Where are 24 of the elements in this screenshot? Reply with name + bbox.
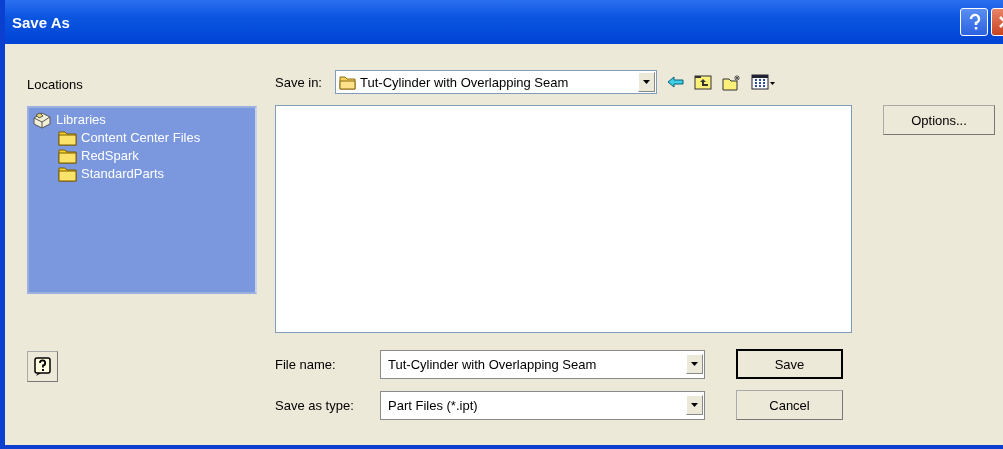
options-button[interactable]: Options... <box>883 105 995 135</box>
folder-icon <box>58 146 77 164</box>
caret-icon <box>690 361 699 367</box>
view-menu-icon[interactable] <box>751 74 776 90</box>
new-folder-icon[interactable] <box>722 73 741 91</box>
save-button[interactable]: Save <box>736 349 843 379</box>
up-folder-icon[interactable] <box>694 74 712 90</box>
folder-icon <box>339 74 356 90</box>
caret-icon <box>642 79 651 85</box>
dropdown-field[interactable]: Tut-Cylinder with Overlapping Seam <box>380 349 705 379</box>
caret-icon <box>690 402 699 408</box>
help-icon <box>32 356 53 377</box>
save-in-dropdown[interactable]: Tut-Cylinder with Overlapping Seam <box>335 70 657 94</box>
field-label: File name: <box>275 356 337 372</box>
locations-label: Locations <box>27 77 84 92</box>
window-title: Save As <box>12 13 71 31</box>
folder-icon <box>58 164 77 182</box>
dropdown-field[interactable]: Part Files (*.ipt) <box>380 390 705 420</box>
back-arrow-icon[interactable] <box>667 76 684 88</box>
save-in-label: Save in: <box>275 74 323 90</box>
help-button[interactable] <box>27 351 58 382</box>
cancel-button[interactable]: Cancel <box>736 390 843 420</box>
field-label: Save as type: <box>275 397 355 413</box>
folder-icon <box>58 128 77 146</box>
